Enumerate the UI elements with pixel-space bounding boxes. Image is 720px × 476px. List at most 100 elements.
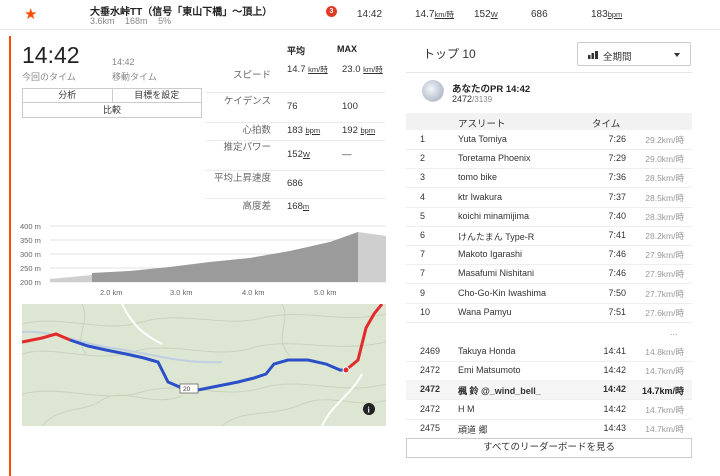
row-time: 7:50 [608, 287, 626, 298]
table-row-current-user[interactable]: 2472 楓 鈴 @_wind_bell_ 14:42 14.7km/時 [406, 380, 692, 400]
row-athlete-name[interactable]: 楓 鈴 @_wind_bell_ [458, 384, 541, 397]
row-speed: 14.7km/時 [645, 366, 684, 377]
y-tick-label: 250 m [20, 264, 41, 273]
x-tick-label: 2.0 km [100, 288, 123, 297]
row-time: 7:29 [608, 153, 626, 164]
row-time: 14:41 [603, 346, 626, 356]
stat-label: 推定パワー [223, 142, 271, 153]
row-speed: 28.3km/時 [645, 211, 684, 222]
row-athlete-name[interactable]: けんたまん Type-R [458, 230, 534, 243]
analysis-button[interactable]: 分析 [22, 88, 113, 103]
table-row[interactable]: 2469 Takuya Honda 14:41 14.8km/時 [406, 342, 692, 361]
table-row[interactable]: 7 Makoto Igarashi 7:46 27.9km/時 [406, 245, 692, 264]
row-athlete-name[interactable]: Takuya Honda [458, 346, 516, 356]
row-rank: 2475 [420, 422, 441, 433]
y-tick-label: 300 m [20, 250, 41, 259]
table-row[interactable]: 7 Masafumi Nishitani 7:46 27.9km/時 [406, 264, 692, 283]
table-row[interactable]: 6 けんたまん Type-R 7:41 28.2km/時 [406, 226, 692, 245]
row-time: 14:42 [602, 384, 626, 395]
stat-row-elevation-diff: 高度差 168m [205, 198, 385, 216]
stat-avg: 76 [287, 101, 298, 112]
row-rank: 4 [420, 191, 426, 202]
bar-chart-icon [588, 51, 598, 59]
stat-label: 高度差 [242, 201, 271, 212]
segment-speed: 14.7km/時 [415, 9, 455, 20]
your-time-label: 今回のタイム [22, 72, 76, 82]
road-number-label: 20 [183, 386, 191, 393]
table-row[interactable]: 2472 H M 14:42 14.7km/時 [406, 400, 692, 419]
moving-time: 14:42 [112, 57, 135, 67]
row-athlete-name[interactable]: ktr Iwakura [458, 192, 502, 202]
segment-summary-row: ★ 大垂水峠TT（信号「東山下橋」～頂上） 3.6km 168m 5% 3 14… [0, 0, 720, 30]
accent-bar [9, 36, 11, 476]
row-rank: 6 [420, 230, 426, 240]
row-speed: 28.2km/時 [645, 231, 684, 241]
table-row[interactable]: 4 ktr Iwakura 7:37 28.5km/時 [406, 188, 692, 207]
y-tick-label: 400 m [20, 222, 41, 231]
y-tick-label: 200 m [20, 278, 41, 287]
segment-meta: 3.6km 168m 5% [90, 16, 179, 26]
row-athlete-name[interactable]: Makoto Igarashi [458, 249, 522, 259]
row-athlete-name[interactable]: tomo bike [458, 172, 497, 182]
stat-avg: 686 [287, 178, 303, 189]
stat-label: スピード [232, 70, 271, 81]
header-athlete: アスリート [458, 119, 506, 130]
row-time: 7:37 [608, 191, 626, 202]
segment-time: 14:42 [357, 9, 383, 20]
elevation-chart[interactable]: 400 m 350 m 300 m 250 m 200 m 2.0 km 3.0… [20, 220, 386, 300]
row-athlete-name[interactable]: Cho-Go-Kin Iwashima [458, 288, 546, 298]
stat-avg: 14.7 km/時 [287, 64, 328, 75]
row-athlete-name[interactable]: Masafumi Nishitani [458, 268, 534, 278]
star-icon[interactable]: ★ [24, 5, 37, 23]
row-speed: 14.7km/時 [641, 386, 684, 397]
row-speed: 28.5km/時 [645, 192, 684, 203]
table-row[interactable]: 3 tomo bike 7:36 28.5km/時 [406, 168, 692, 187]
row-speed: 14.7km/時 [645, 404, 684, 415]
row-athlete-name[interactable]: 頑道 郷 [458, 423, 488, 436]
table-row[interactable]: 2 Toretama Phoenix 7:29 29.0km/時 [406, 149, 692, 168]
table-row[interactable]: 2472 Emi Matsumoto 14:42 14.7km/時 [406, 361, 692, 380]
table-row[interactable]: 9 Cho-Go-Kin Iwashima 7:50 27.7km/時 [406, 284, 692, 303]
table-row[interactable]: 2475 頑道 郷 14:43 14.7km/時 [406, 419, 692, 438]
row-athlete-name[interactable]: Toretama Phoenix [458, 153, 531, 163]
row-rank: 3 [420, 172, 426, 183]
leaderboard-header: アスリート タイム [406, 113, 692, 130]
period-dropdown[interactable]: 全期間 [577, 42, 691, 66]
row-athlete-name[interactable]: H M [458, 404, 475, 414]
row-speed: 14.7km/時 [645, 423, 684, 434]
stat-avg: 152W [287, 149, 310, 160]
row-athlete-name[interactable]: Yuta Tomiya [458, 134, 507, 144]
avatar[interactable] [422, 80, 444, 102]
segment-distance: 3.6km [90, 16, 115, 26]
table-row[interactable]: 5 koichi minamijima 7:40 28.3km/時 [406, 207, 692, 226]
row-rank: 2472 [420, 403, 441, 414]
segment-power: 152W [474, 9, 498, 20]
row-speed: 14.8km/時 [645, 347, 684, 357]
segment-cadence: 183bpm [591, 9, 623, 20]
row-speed: 27.7km/時 [645, 288, 684, 299]
table-row[interactable]: 1 Yuta Tomiya 7:26 29.2km/時 [406, 130, 692, 149]
stat-max: 100 [342, 101, 358, 112]
segment-heart-rate: 686 [531, 9, 548, 20]
row-rank: 2 [420, 153, 426, 164]
moving-time-label: 移動タイム [112, 72, 157, 82]
set-goal-button[interactable]: 目標を設定 [112, 88, 202, 103]
avg-header: 平均 [287, 46, 306, 56]
row-time: 7:41 [608, 230, 626, 240]
route-map[interactable]: 20 i [22, 304, 386, 426]
compare-button[interactable]: 比較 [22, 103, 202, 118]
x-tick-label: 4.0 km [242, 288, 265, 297]
row-athlete-name[interactable]: Wana Pamyu [458, 307, 512, 317]
x-tick-label: 3.0 km [170, 288, 193, 297]
row-rank: 2469 [420, 346, 441, 356]
row-time: 7:36 [608, 172, 626, 183]
row-rank: 7 [420, 268, 426, 279]
row-speed: 27.9km/時 [645, 250, 684, 261]
route-end-marker [342, 366, 350, 374]
action-buttons: 分析 目標を設定 比較 [22, 88, 202, 118]
row-athlete-name[interactable]: koichi minamijima [458, 211, 529, 221]
view-all-leaderboards-button[interactable]: すべてのリーダーボードを見る [406, 438, 692, 458]
table-row[interactable]: 10 Wana Pamyu 7:51 27.6km/時 [406, 303, 692, 322]
row-athlete-name[interactable]: Emi Matsumoto [458, 365, 521, 375]
row-speed: 27.9km/時 [645, 269, 684, 280]
